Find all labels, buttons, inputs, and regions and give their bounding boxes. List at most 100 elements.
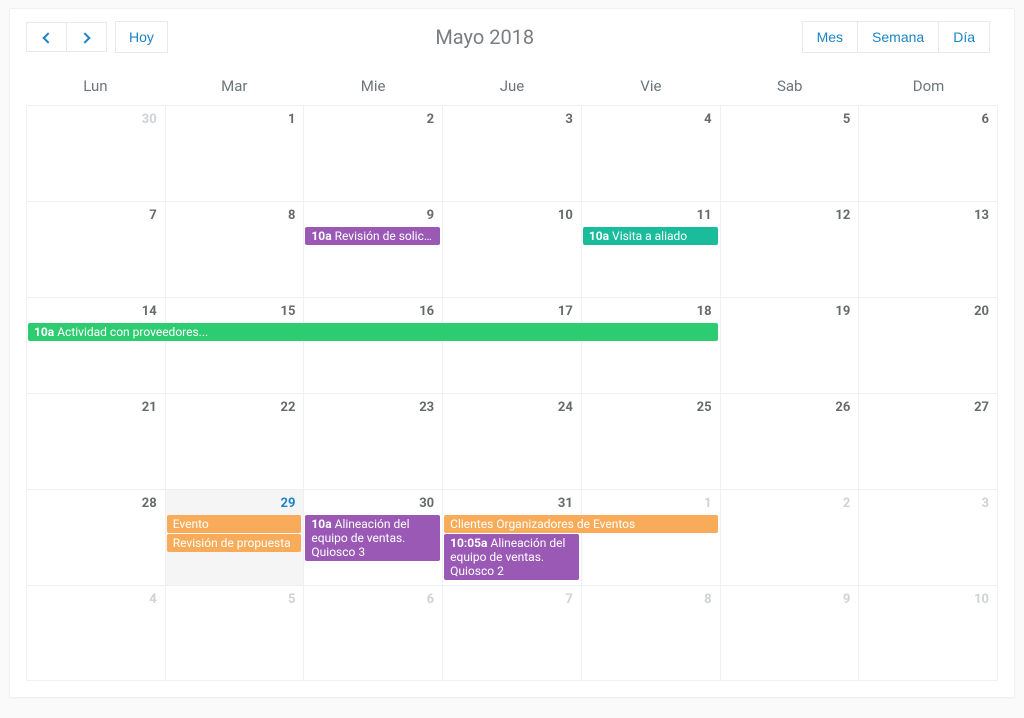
view-week-button[interactable]: Semana bbox=[858, 21, 939, 53]
day-cell[interactable]: 4 bbox=[27, 585, 166, 681]
day-number: 6 bbox=[427, 592, 434, 607]
day-cell[interactable]: 19 bbox=[721, 297, 860, 393]
day-cell[interactable]: 13 bbox=[859, 201, 998, 297]
day-cell[interactable]: 11 bbox=[582, 201, 721, 297]
day-cell[interactable]: 17 bbox=[443, 297, 582, 393]
prev-button[interactable] bbox=[26, 22, 67, 52]
next-button[interactable] bbox=[67, 22, 107, 52]
calendar-event[interactable]: Revisión de propuesta bbox=[167, 534, 302, 552]
day-cell[interactable]: 14 bbox=[27, 297, 166, 393]
day-number: 28 bbox=[142, 496, 157, 511]
day-cell[interactable]: 15 bbox=[166, 297, 305, 393]
day-cell[interactable]: 1 bbox=[166, 105, 305, 201]
week-row: 4 5 678910 bbox=[27, 585, 998, 681]
day-cell[interactable]: 3 bbox=[443, 105, 582, 201]
today-button[interactable]: Hoy bbox=[115, 21, 168, 53]
view-switch: Mes Semana Día bbox=[802, 21, 990, 53]
calendar-event[interactable]: 10aAlineación del equipo de ventas. Quio… bbox=[305, 515, 440, 561]
day-cell[interactable]: 28 bbox=[27, 489, 166, 585]
day-cell[interactable]: 18 bbox=[582, 297, 721, 393]
day-number: 14 bbox=[142, 304, 157, 319]
view-month-button[interactable]: Mes bbox=[802, 21, 858, 53]
event-time: 10a bbox=[311, 517, 331, 531]
calendar-event[interactable]: 10aVisita a aliado bbox=[583, 227, 718, 245]
day-number: 5 bbox=[288, 592, 295, 607]
day-cell[interactable]: 9 bbox=[304, 201, 443, 297]
day-number: 30 bbox=[142, 112, 157, 127]
day-cell[interactable]: 5 bbox=[166, 585, 305, 681]
day-cell[interactable]: 20 bbox=[859, 297, 998, 393]
day-number: 6 bbox=[982, 112, 989, 127]
day-number: 1 bbox=[288, 112, 295, 127]
day-cell[interactable]: 3 bbox=[859, 489, 998, 585]
dow-tue: Mar bbox=[165, 69, 304, 105]
day-cell[interactable]: 21 bbox=[27, 393, 166, 489]
day-cell[interactable]: 7 bbox=[27, 201, 166, 297]
event-title: Evento bbox=[173, 517, 209, 531]
day-cell[interactable]: 12 bbox=[721, 201, 860, 297]
day-number: 26 bbox=[835, 400, 850, 415]
day-cell[interactable]: 6 bbox=[859, 105, 998, 201]
week-row: 30123456 bbox=[27, 105, 998, 201]
day-number: 30 bbox=[419, 496, 434, 511]
day-number: 7 bbox=[149, 208, 156, 223]
day-number: 29 bbox=[281, 496, 296, 511]
day-number: 2 bbox=[843, 496, 850, 511]
event-time: 10:05a bbox=[450, 536, 487, 550]
day-cell[interactable]: 4 bbox=[582, 105, 721, 201]
day-number: 23 bbox=[419, 400, 434, 415]
day-number: 12 bbox=[835, 208, 850, 223]
day-cell[interactable]: 9 bbox=[721, 585, 860, 681]
day-number: 4 bbox=[704, 112, 711, 127]
event-time: 10a bbox=[589, 229, 609, 243]
week-row: 21 22 23 2425 26 27 bbox=[27, 393, 998, 489]
day-number: 3 bbox=[982, 496, 989, 511]
day-number: 21 bbox=[142, 400, 157, 415]
calendar-event[interactable]: 10aActividad con proveedores... bbox=[28, 323, 718, 341]
day-cell[interactable]: 7 bbox=[443, 585, 582, 681]
day-cell[interactable]: 2 bbox=[721, 489, 860, 585]
day-cell[interactable]: 24 bbox=[443, 393, 582, 489]
day-cell[interactable]: 8 bbox=[582, 585, 721, 681]
day-cell[interactable]: 25 bbox=[582, 393, 721, 489]
calendar-event[interactable]: 10:05aAlineación del equipo de ventas. Q… bbox=[444, 534, 579, 580]
event-title: Clientes Organizadores de Eventos bbox=[450, 517, 635, 531]
day-number: 17 bbox=[558, 304, 573, 319]
day-cell[interactable]: 27 bbox=[859, 393, 998, 489]
event-title: Visita a aliado bbox=[612, 229, 687, 243]
day-number: 20 bbox=[974, 304, 989, 319]
day-number: 27 bbox=[974, 400, 989, 415]
chevron-right-icon bbox=[79, 32, 90, 43]
day-number: 16 bbox=[419, 304, 434, 319]
day-number: 1 bbox=[704, 496, 711, 511]
day-number: 18 bbox=[697, 304, 712, 319]
day-cell[interactable]: 8 bbox=[166, 201, 305, 297]
day-number: 11 bbox=[697, 208, 712, 223]
day-cell[interactable]: 2 bbox=[304, 105, 443, 201]
day-cell[interactable]: 1 bbox=[582, 489, 721, 585]
day-number: 15 bbox=[281, 304, 296, 319]
chevron-left-icon bbox=[42, 32, 53, 43]
calendar-event[interactable]: Evento bbox=[167, 515, 302, 533]
day-cell[interactable]: 30 bbox=[27, 105, 166, 201]
day-number: 2 bbox=[427, 112, 434, 127]
day-of-week-header: Lun Mar Mie Jue Vie Sab Dom bbox=[26, 69, 998, 105]
day-cell[interactable]: 5 bbox=[721, 105, 860, 201]
dow-thu: Jue bbox=[443, 69, 582, 105]
day-cell[interactable]: 26 bbox=[721, 393, 860, 489]
day-cell[interactable]: 22 bbox=[166, 393, 305, 489]
view-day-button[interactable]: Día bbox=[939, 21, 990, 53]
dow-fri: Vie bbox=[581, 69, 720, 105]
day-cell[interactable]: 16 bbox=[304, 297, 443, 393]
nav-buttons bbox=[26, 22, 107, 52]
day-cell[interactable]: 23 bbox=[304, 393, 443, 489]
week-row: 14 15 16 17 18 19 20 10aActividad con proveedor… bbox=[27, 297, 998, 393]
calendar-event[interactable]: 10aRevisión de solicitud bbox=[305, 227, 440, 245]
calendar-event[interactable]: Clientes Organizadores de Eventos bbox=[444, 515, 717, 533]
day-number: 19 bbox=[835, 304, 850, 319]
day-cell[interactable]: 10 bbox=[859, 585, 998, 681]
day-number: 5 bbox=[843, 112, 850, 127]
event-title: Revisión de solicitud bbox=[335, 229, 441, 243]
day-cell[interactable]: 10 bbox=[443, 201, 582, 297]
day-cell[interactable]: 6 bbox=[304, 585, 443, 681]
